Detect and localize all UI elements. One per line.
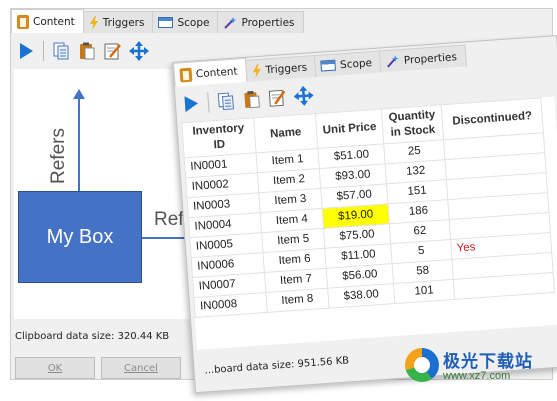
watermark: 极光下载站 www.xz7.com bbox=[405, 347, 533, 382]
tab-label: Properties bbox=[403, 50, 458, 67]
play-icon bbox=[20, 43, 33, 59]
window-icon bbox=[320, 59, 337, 72]
tab-scope[interactable]: Scope bbox=[152, 11, 219, 33]
refers-vertical-label: Refers bbox=[48, 128, 69, 184]
back-tab-bar: Content Triggers Scope Properties bbox=[11, 9, 304, 33]
copy-icon bbox=[53, 42, 69, 60]
paste-button[interactable] bbox=[76, 40, 98, 62]
move-icon bbox=[293, 85, 314, 106]
tab-triggers[interactable]: Triggers bbox=[244, 54, 317, 82]
tab-label: Properties bbox=[241, 16, 295, 29]
paste-icon bbox=[80, 42, 95, 60]
copy-button[interactable] bbox=[214, 90, 237, 113]
play-button[interactable] bbox=[15, 40, 37, 62]
inventory-grid[interactable]: Inventory ID Name Unit Price Quantity in… bbox=[181, 96, 557, 350]
site-logo-icon bbox=[405, 347, 439, 382]
tab-properties[interactable]: Properties bbox=[379, 44, 467, 73]
tab-scope[interactable]: Scope bbox=[314, 50, 382, 78]
play-button[interactable] bbox=[179, 92, 202, 115]
copy-icon bbox=[217, 92, 234, 111]
cancel-button[interactable]: Cancel bbox=[101, 357, 181, 379]
tab-properties[interactable]: Properties bbox=[217, 11, 304, 33]
header-inventory-id: Inventory ID bbox=[181, 117, 257, 158]
cell-unit-price[interactable]: $38.00 bbox=[327, 283, 395, 309]
move-button[interactable] bbox=[292, 84, 315, 107]
play-icon bbox=[184, 96, 198, 113]
tab-content[interactable]: Content bbox=[173, 57, 248, 87]
cell-inventory-id[interactable]: IN0008 bbox=[193, 292, 268, 318]
move-button[interactable] bbox=[128, 40, 150, 62]
ok-button[interactable]: OK bbox=[15, 357, 95, 379]
wand-icon bbox=[223, 16, 237, 30]
tab-label: Content bbox=[195, 64, 238, 80]
tab-label: Scope bbox=[177, 16, 210, 29]
watermark-site-name: 极光下载站 bbox=[443, 352, 533, 372]
tab-content[interactable]: Content bbox=[11, 9, 84, 33]
clipboard-size-label: ...board data size: 951.56 KB bbox=[204, 355, 350, 377]
tab-label: Triggers bbox=[265, 61, 308, 76]
tab-label: Triggers bbox=[102, 16, 145, 29]
watermark-url: www.xz7.com bbox=[443, 370, 511, 382]
refers-horizontal-label: Ref bbox=[154, 209, 184, 230]
lightning-icon bbox=[251, 63, 262, 78]
edit-icon bbox=[104, 43, 121, 60]
edit-icon bbox=[268, 89, 286, 107]
arrow-up-line bbox=[78, 97, 80, 191]
header-name: Name bbox=[253, 113, 318, 153]
my-box-shape[interactable]: My Box bbox=[18, 191, 142, 283]
watermark-text: 极光下载站 www.xz7.com bbox=[443, 347, 533, 382]
inventory-table: Inventory ID Name Unit Price Quantity in… bbox=[181, 97, 555, 318]
window-icon bbox=[158, 17, 174, 28]
cell-name[interactable]: Item 8 bbox=[265, 288, 330, 313]
paste-icon bbox=[244, 90, 260, 109]
front-toolbar bbox=[179, 83, 315, 116]
copy-button[interactable] bbox=[50, 40, 72, 62]
tab-label: Content bbox=[33, 15, 75, 28]
tab-triggers[interactable]: Triggers bbox=[82, 11, 154, 33]
clipboard-size-label: Clipboard data size: 320.44 KB bbox=[15, 331, 170, 342]
back-toolbar bbox=[15, 39, 150, 63]
toolbar-separator bbox=[43, 41, 44, 61]
move-icon bbox=[129, 41, 149, 61]
toolbar-separator bbox=[207, 92, 210, 113]
edit-button[interactable] bbox=[102, 40, 124, 62]
header-quantity: Quantity in Stock bbox=[381, 104, 444, 144]
cell-quantity[interactable]: 101 bbox=[393, 279, 455, 304]
header-unit-price: Unit Price bbox=[315, 109, 384, 149]
lightning-icon bbox=[89, 15, 99, 30]
paste-button[interactable] bbox=[240, 88, 263, 111]
wand-icon bbox=[385, 54, 400, 69]
clipboard-icon bbox=[179, 67, 193, 82]
edit-button[interactable] bbox=[266, 86, 289, 109]
front-clipboard-window: Content Triggers Scope Properties Invent… bbox=[172, 35, 557, 394]
clipboard-icon bbox=[17, 14, 29, 29]
tab-label: Scope bbox=[339, 56, 373, 71]
